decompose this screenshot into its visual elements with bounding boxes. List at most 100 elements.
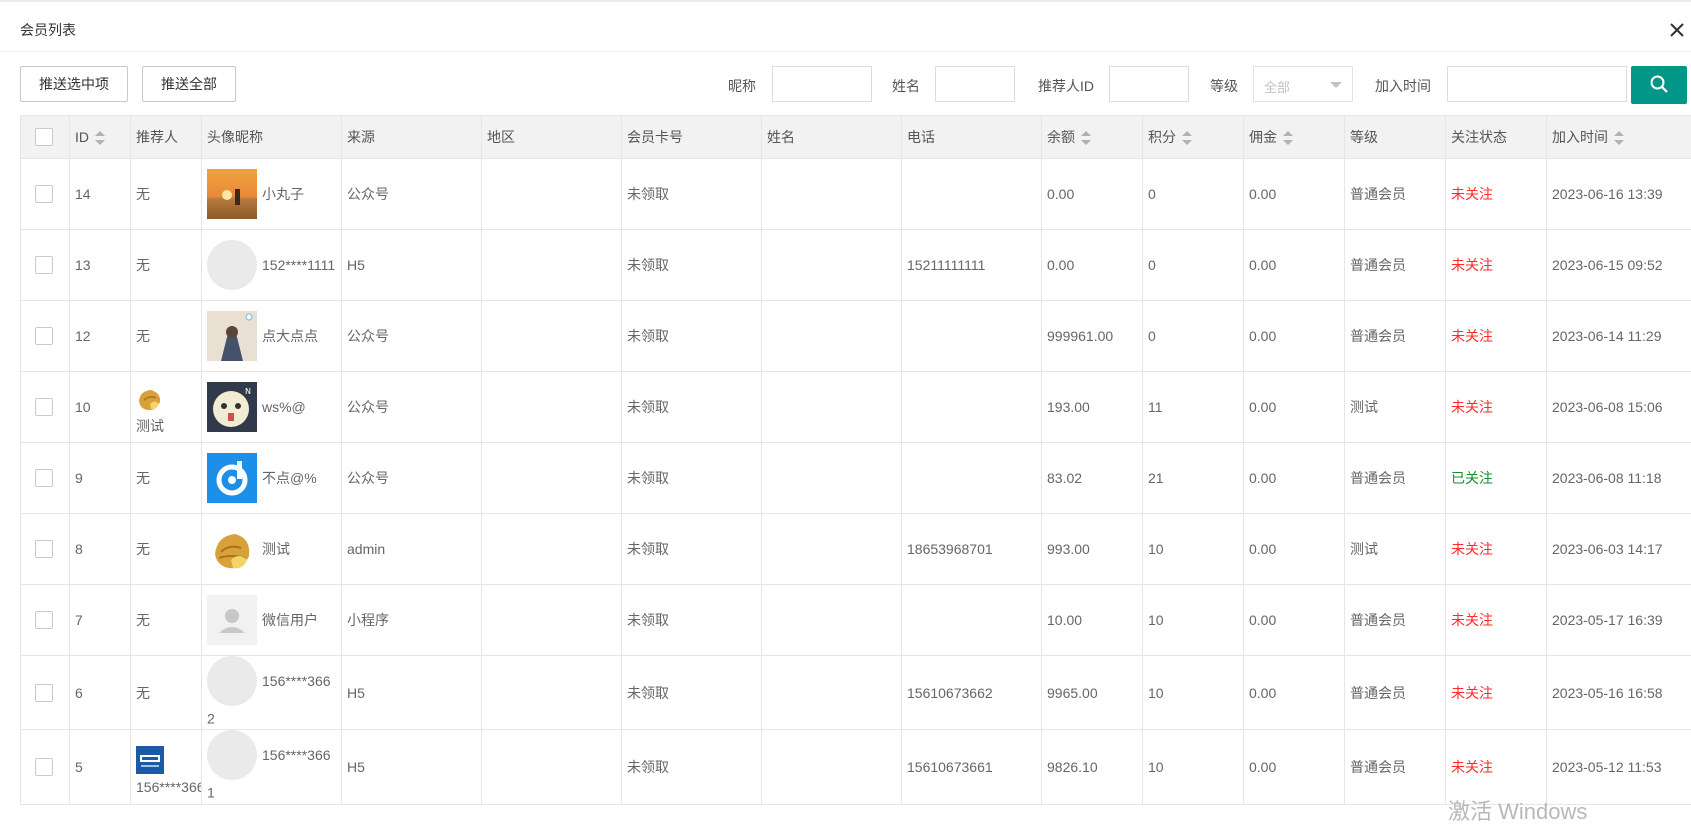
avatar [207,311,257,361]
join-time-input[interactable] [1447,66,1627,102]
phone-cell: 15211111111 [902,230,1042,301]
card-cell: 未领取 [622,585,762,656]
source-cell: 公众号 [342,372,482,443]
referrer-cell: 无 [131,656,202,730]
region-cell [482,301,622,372]
col-id[interactable]: ID [70,116,131,159]
activation-watermark: 激活 Windows [1448,794,1587,826]
col-balance-label: 余额 [1047,129,1075,145]
push-all-button[interactable]: 推送全部 [142,66,236,102]
level-cell: 测试 [1345,514,1446,585]
row-checkbox[interactable] [35,758,53,776]
id-cell: 7 [70,585,131,656]
balance-cell: 0.00 [1042,230,1143,301]
col-referrer: 推荐人 [131,116,202,159]
level-select[interactable]: 全部 [1253,66,1353,102]
joined-cell: 2023-06-08 11:18 [1547,443,1691,514]
region-cell [482,230,622,301]
referrer-id-input[interactable] [1109,66,1189,102]
push-selected-button[interactable]: 推送选中项 [20,66,128,102]
row-checkbox[interactable] [35,611,53,629]
col-commission[interactable]: 佣金 [1244,116,1345,159]
follow-status: 未关注 [1446,656,1547,730]
avatar-nick-cell: 微信用户 [202,585,342,656]
referrer-avatar [136,746,196,778]
nickname: 测试 [262,541,290,557]
row-checkbox[interactable] [35,469,53,487]
id-cell: 13 [70,230,131,301]
table-row: 12无点大点点公众号未领取999961.0000.00普通会员未关注2023-0… [21,301,1691,372]
nickname-input[interactable] [772,66,872,102]
card-cell: 未领取 [622,372,762,443]
row-checkbox[interactable] [35,185,53,203]
id-cell: 5 [70,730,131,804]
sort-icon[interactable] [1283,131,1293,145]
joined-cell: 2023-06-08 15:06 [1547,372,1691,443]
follow-status: 未关注 [1446,301,1547,372]
table-row: 5156****3660156****3661H5未领取156106736619… [21,730,1691,804]
nickname: 点大点点 [262,328,318,344]
level-cell: 测试 [1345,372,1446,443]
col-commission-label: 佣金 [1249,129,1277,145]
joined-cell: 2023-06-16 13:39 [1547,159,1691,230]
col-region: 地区 [482,116,622,159]
level-cell: 普通会员 [1345,443,1446,514]
joined-cell: 2023-06-14 11:29 [1547,301,1691,372]
id-cell: 12 [70,301,131,372]
id-cell: 9 [70,443,131,514]
col-phone: 电话 [902,116,1042,159]
sort-icon[interactable] [1081,131,1091,145]
follow-status: 未关注 [1446,585,1547,656]
card-cell: 未领取 [622,514,762,585]
table-row: 6无156****3662H5未领取156106736629965.00100.… [21,656,1691,730]
level-select-value: 全部 [1264,77,1290,96]
sort-icon[interactable] [1182,131,1192,145]
region-cell [482,443,622,514]
points-cell: 10 [1143,585,1244,656]
card-cell: 未领取 [622,730,762,804]
avatar [207,453,257,503]
card-cell: 未领取 [622,159,762,230]
nickname: 微信用户 [262,612,318,628]
joined-cell: 2023-05-16 16:58 [1547,656,1691,730]
col-points[interactable]: 积分 [1143,116,1244,159]
phone-cell [902,372,1042,443]
search-button[interactable] [1631,66,1687,104]
referrer-cell: 无 [131,514,202,585]
row-checkbox[interactable] [35,256,53,274]
region-cell [482,514,622,585]
row-select-cell [21,514,70,585]
col-avatar-nick: 头像昵称 [202,116,342,159]
row-checkbox[interactable] [35,327,53,345]
row-checkbox[interactable] [35,540,53,558]
nickname-label: 昵称 [728,76,756,96]
points-cell: 10 [1143,730,1244,804]
name-input[interactable] [935,66,1015,102]
points-cell: 0 [1143,301,1244,372]
avatar [207,595,257,645]
row-checkbox[interactable] [35,398,53,416]
region-cell [482,585,622,656]
follow-status: 未关注 [1446,230,1547,301]
source-cell: 公众号 [342,443,482,514]
table-row: 14无小丸子公众号未领取0.0000.00普通会员未关注2023-06-16 1… [21,159,1691,230]
level-cell: 普通会员 [1345,656,1446,730]
sort-icon[interactable] [1614,131,1624,145]
referrer-cell: 无 [131,301,202,372]
avatar-nick-cell: 点大点点 [202,301,342,372]
source-cell: 公众号 [342,301,482,372]
close-button[interactable] [1663,16,1691,44]
row-checkbox[interactable] [35,684,53,702]
col-balance[interactable]: 余额 [1042,116,1143,159]
col-joined[interactable]: 加入时间 [1547,116,1691,159]
region-cell [482,372,622,443]
avatar-nick-cell: 不点@% [202,443,342,514]
row-select-cell [21,301,70,372]
level-cell: 普通会员 [1345,159,1446,230]
sort-icon[interactable] [95,131,105,145]
referrer-avatar [136,387,196,417]
nickname: 152****1111 [262,257,335,273]
select-all-checkbox[interactable] [35,128,53,146]
points-cell: 21 [1143,443,1244,514]
referrer-cell: 测试 [131,372,202,443]
